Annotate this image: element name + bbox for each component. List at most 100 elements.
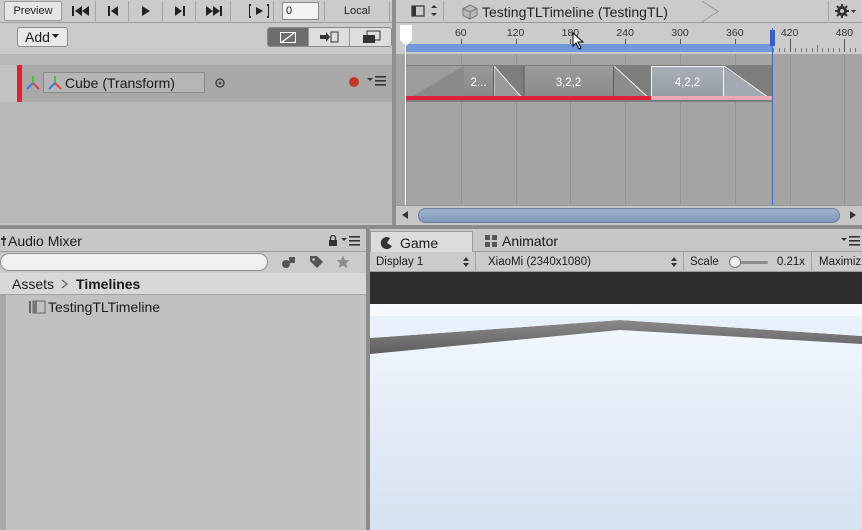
project-search-input[interactable]	[0, 253, 268, 271]
project-file-list	[0, 295, 366, 530]
play-button[interactable]	[130, 1, 163, 21]
resolution-label: XiaoMi (2340x1080)	[488, 256, 591, 268]
settings-button[interactable]	[828, 1, 862, 21]
grid-line	[789, 54, 791, 205]
preview-button[interactable]: Preview	[4, 1, 62, 21]
list-item-label: TestingTLTimeline	[48, 299, 161, 315]
game-toolbar: Display 1 XiaoMi (2340x1080) Scale 0.21x…	[370, 252, 862, 272]
go-to-end-button[interactable]	[197, 1, 231, 21]
dropdown-arrow-icon	[51, 34, 59, 38]
display-dropdown[interactable]: Display 1	[370, 252, 476, 272]
audio-mixer-icon	[1, 236, 6, 246]
dropdown-updown-icon	[463, 257, 469, 267]
scroll-right-icon[interactable]	[848, 210, 858, 220]
ruler-minor-tick	[855, 48, 857, 52]
frame-input[interactable]: 0	[282, 2, 319, 20]
maximize-on-play-button[interactable]: Maximiz	[813, 252, 862, 272]
ruler-minor-tick	[795, 48, 797, 52]
chevron-right-icon	[61, 278, 69, 289]
ruler-label: 120	[506, 27, 525, 39]
step-forward-icon	[174, 6, 185, 16]
list-item[interactable]: TestingTLTimeline	[28, 298, 160, 316]
search-by-type-button[interactable]	[276, 253, 302, 271]
track-binding-label: Cube (Transform)	[65, 74, 175, 91]
end-line	[772, 28, 773, 206]
display-label: Display 1	[376, 256, 424, 268]
track-binding-field[interactable]: Cube (Transform)	[43, 72, 205, 93]
gear-icon	[834, 4, 856, 18]
record-icon[interactable]	[348, 76, 360, 88]
star-icon	[336, 255, 350, 268]
object-picker-icon[interactable]	[214, 77, 226, 89]
lock-icon[interactable]	[328, 235, 338, 246]
mix-mode-icon	[280, 31, 296, 43]
tab-audio-mixer[interactable]: Audio Mixer	[0, 231, 82, 251]
ruler-minor-tick	[778, 48, 780, 52]
favorites-button[interactable]	[330, 253, 356, 271]
animator-tab-label: Animator	[502, 233, 559, 249]
tag-icon	[309, 256, 323, 268]
ruler-label: 360	[726, 27, 744, 39]
scale-slider-thumb[interactable]	[729, 256, 741, 268]
time-reference-dropdown[interactable]: Local	[324, 1, 390, 21]
ruler-label: 300	[671, 27, 689, 39]
asset-title-label: TestingTLTimeline (TestingTL)	[482, 3, 668, 20]
folder-tree-edge	[0, 295, 6, 530]
maximize-label: Maximiz	[819, 256, 862, 268]
breadcrumb-arrow-icon	[701, 1, 719, 22]
search-by-label-button[interactable]	[303, 253, 329, 271]
replace-mode-button[interactable]	[350, 28, 391, 46]
track-list-spacer	[0, 54, 392, 65]
play-range-bar	[406, 44, 773, 52]
timeline-selector-dropdown[interactable]	[404, 1, 444, 21]
tab-game[interactable]: Game	[370, 231, 473, 253]
playhead-handle-icon[interactable]	[399, 24, 413, 48]
play-range-button[interactable]	[244, 1, 274, 21]
ruler-minor-tick	[806, 48, 808, 52]
ruler-minor-tick	[800, 48, 802, 52]
playhead[interactable]	[405, 28, 406, 206]
mix-mode-button[interactable]	[268, 28, 309, 46]
scene-horizon	[370, 316, 862, 354]
panel-menu-icon[interactable]	[341, 235, 361, 247]
game-panel-menu-icon[interactable]	[841, 235, 861, 247]
breadcrumb-assets[interactable]: Assets	[12, 276, 54, 292]
track-list-empty	[0, 102, 392, 223]
transform-icon	[26, 76, 40, 90]
scroll-left-icon[interactable]	[400, 210, 410, 220]
transform-small-icon	[48, 75, 62, 90]
replace-mode-icon	[362, 30, 380, 43]
scale-value: 0.21x	[776, 256, 805, 268]
game-tab-label: Game	[400, 234, 439, 251]
next-frame-button[interactable]	[164, 1, 196, 21]
ruler-label: 240	[616, 27, 634, 39]
track-color-bar	[17, 65, 22, 102]
track-menu-icon[interactable]	[367, 75, 387, 87]
ruler-minor-tick	[838, 48, 840, 52]
go-to-start-button[interactable]	[66, 1, 96, 21]
ruler-major-tick	[844, 39, 846, 52]
cube-icon	[462, 3, 478, 20]
scroll-thumb[interactable]	[418, 208, 840, 223]
timeline-asset-icon	[29, 300, 46, 314]
game-icon	[380, 236, 392, 249]
ruler-minor-tick	[773, 48, 775, 52]
add-track-button[interactable]: Add	[17, 27, 68, 47]
play-icon	[142, 6, 150, 16]
filter-type-icon	[282, 256, 295, 268]
skip-end-icon	[205, 6, 222, 16]
audio-mixer-tab-label: Audio Mixer	[8, 233, 82, 249]
dropdown-updown-icon	[671, 257, 677, 267]
clip[interactable]: 2...	[464, 66, 494, 100]
project-breadcrumb: Assets Timelines	[0, 273, 366, 295]
ripple-mode-button[interactable]	[309, 28, 350, 46]
timeline-asset-breadcrumb[interactable]: TestingTLTimeline (TestingTL)	[462, 1, 720, 22]
resolution-dropdown[interactable]: XiaoMi (2340x1080)	[482, 252, 684, 272]
ruler-minor-tick	[827, 48, 829, 52]
edit-mode-group	[267, 27, 392, 47]
animator-icon	[485, 235, 497, 247]
previous-frame-button[interactable]	[97, 1, 129, 21]
tab-animator[interactable]: Animator	[480, 231, 558, 251]
breadcrumb-timelines[interactable]: Timelines	[76, 276, 140, 292]
timeline-selector-icon	[410, 5, 437, 17]
